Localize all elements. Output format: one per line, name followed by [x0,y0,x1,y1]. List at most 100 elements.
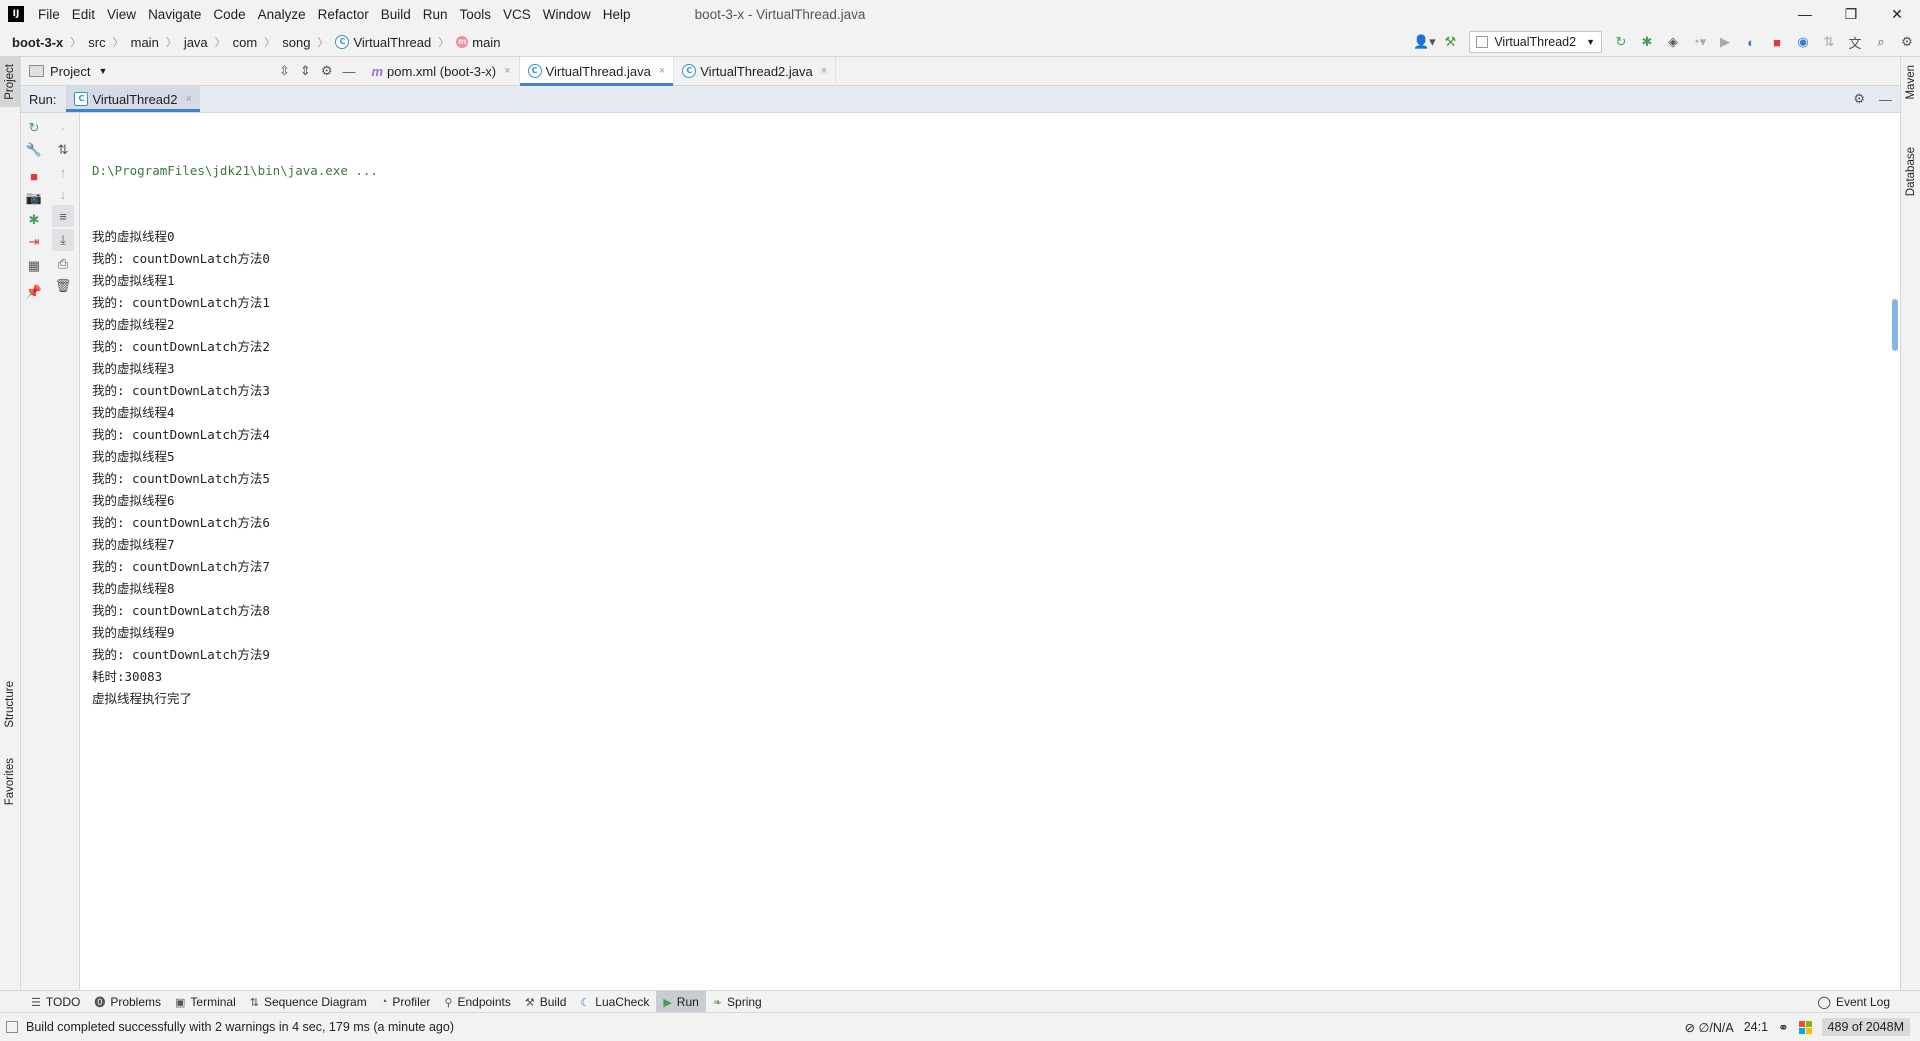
tool-tab-todo[interactable]: ☰ TODO [24,991,87,1013]
breadcrumb-src[interactable]: src [86,35,107,50]
tab-virtualthread2-java[interactable]: C VirtualThread2.java × [674,57,837,85]
menu-file[interactable]: File [32,7,66,22]
run-play-icon[interactable]: ▶ [1712,29,1738,55]
menu-help[interactable]: Help [597,7,637,22]
console-line: 我的: countDownLatch方法6 [92,515,270,530]
print-icon[interactable]: ⎙ [47,253,79,275]
hide-icon[interactable]: — [1879,92,1892,107]
breadcrumb-method[interactable]: m main [454,35,502,50]
run-configuration-select[interactable]: VirtualThread2 ▼ [1469,31,1602,53]
attach-icon[interactable]: ◐ [1738,29,1764,55]
rerun-icon[interactable]: ↻ [1608,29,1634,55]
close-icon[interactable]: × [504,65,510,77]
close-icon[interactable]: × [659,65,665,77]
pin-icon[interactable]: 📌 [21,281,47,303]
close-icon[interactable]: × [186,93,192,105]
menu-run[interactable]: Run [417,7,454,22]
network-icon[interactable]: ⚭ [1778,1020,1788,1035]
restore-button[interactable]: ❐ [1828,0,1874,28]
toggle-tool-windows-icon[interactable] [6,1021,18,1033]
stop-icon[interactable]: ■ [1764,29,1790,55]
vcs-status[interactable]: ⊘ ∅/N/A [1685,1020,1734,1035]
tool-tab-luacheck[interactable]: ☾ LuaCheck [573,991,656,1013]
caret-position[interactable]: 24:1 [1744,1020,1768,1034]
database-tool-tab[interactable]: Database [1901,137,1920,207]
event-log-button[interactable]: ◯ Event Log [1818,991,1890,1013]
tab-pom-xml[interactable]: m pom.xml (boot-3-x) × [363,57,520,85]
stop-icon[interactable]: ■ [21,165,47,187]
memory-indicator[interactable]: 489 of 2048M [1821,1018,1910,1036]
sort-icon[interactable]: ⇅ [47,139,79,161]
update-icon[interactable]: ◉ [1790,29,1816,55]
trash-icon[interactable]: 🗑 [47,275,79,297]
tool-tab-sequence-diagram[interactable]: ⇅ Sequence Diagram [243,991,374,1013]
scroll-to-end-icon[interactable]: ⤓ [52,229,74,251]
wrench-icon[interactable]: 🔧 [21,139,47,161]
chevron-right-icon: 〉 [70,37,82,49]
expand-all-icon[interactable]: ⇳ [279,63,290,79]
menu-tools[interactable]: Tools [454,7,498,22]
breadcrumb-main[interactable]: main [129,35,161,50]
collapse-all-icon[interactable]: ⇕ [300,63,311,79]
tool-tab-problems[interactable]: ⓿ Problems [87,991,168,1013]
coverage-icon[interactable]: ◈ [1660,29,1686,55]
scrollbar-thumb[interactable] [1892,299,1898,351]
tool-tab-run[interactable]: ▶ Run [656,991,706,1013]
arrow-up-icon[interactable]: ↑ [47,161,79,183]
tab-virtualthread-java[interactable]: C VirtualThread.java × [519,57,675,86]
build-hammer-icon[interactable]: ⚒ [1437,29,1463,55]
gear-icon[interactable]: ⚙ [321,63,333,79]
status-message[interactable]: Build completed successfully with 2 warn… [26,1020,454,1034]
menu-view[interactable]: View [101,7,142,22]
maven-tool-tab[interactable]: Maven [1901,57,1920,107]
translate-icon[interactable]: 文 [1842,29,1868,55]
project-view-dropdown[interactable]: Project ▼ [21,64,279,79]
menu-analyze[interactable]: Analyze [252,7,312,22]
gear-icon[interactable]: ⚙ [1853,91,1865,107]
tool-tab-terminal[interactable]: ▣ Terminal [168,991,243,1013]
camera-icon[interactable]: 📷 [21,187,47,209]
breadcrumb-song[interactable]: song [280,35,312,50]
favorites-tool-tab[interactable]: Favorites [0,747,20,817]
menu-code[interactable]: Code [207,7,251,22]
run-tab-virtualthread2[interactable]: C VirtualThread2 × [66,86,201,112]
user-icon[interactable]: 👤▾ [1411,29,1437,55]
console-line: 我的虚拟线程1 [92,273,175,288]
sequence-icon: ⇅ [249,996,259,1009]
minimize-button[interactable]: — [1782,0,1828,28]
console-line: 我的: countDownLatch方法2 [92,339,270,354]
project-tool-tab[interactable]: Project [0,57,20,107]
breadcrumb-com[interactable]: com [231,35,260,50]
tool-tab-build[interactable]: ⚒ Build [518,991,574,1013]
breadcrumb-project[interactable]: boot-3-x [10,35,65,50]
menu-navigate[interactable]: Navigate [142,7,207,22]
console-line: 我的: countDownLatch方法7 [92,559,270,574]
tool-tab-profiler[interactable]: ◔ Profiler [374,991,438,1013]
layout-icon[interactable]: ▦ [21,255,47,277]
search-icon[interactable]: ⌕ [1868,29,1894,55]
exit-icon[interactable]: ⇥ [21,231,47,253]
breadcrumb-class[interactable]: C VirtualThread [333,35,433,50]
menu-edit[interactable]: Edit [66,7,101,22]
debug-icon[interactable]: ✱ [1634,29,1660,55]
vcs-icon[interactable]: ⇅ [1816,29,1842,55]
arrow-down-icon[interactable]: ↓ [47,183,79,205]
breadcrumb-java[interactable]: java [182,35,210,50]
soft-wrap-icon[interactable]: ≡ [52,205,74,227]
hide-icon[interactable]: — [342,64,355,79]
close-icon[interactable]: × [821,65,827,77]
tool-tab-spring[interactable]: ❧ Spring [706,991,769,1013]
close-window-button[interactable]: ✕ [1874,0,1920,28]
menu-window[interactable]: Window [537,7,597,22]
structure-tool-tab[interactable]: Structure [0,669,20,739]
build-icon: ⚒ [524,996,535,1009]
menu-vcs[interactable]: VCS [497,7,537,22]
rerun-icon[interactable]: ↻ [21,117,47,139]
console-output[interactable]: D:\ProgramFiles\jdk21\bin\java.exe ... 我… [80,113,1900,990]
profile-icon[interactable]: ◔▾ [1686,29,1712,55]
tool-tab-endpoints[interactable]: ⚲ Endpoints [437,991,517,1013]
debug-icon[interactable]: ✱ [21,209,47,231]
gear-icon[interactable]: ⚙ [1894,29,1920,55]
menu-build[interactable]: Build [375,7,417,22]
menu-refactor[interactable]: Refactor [312,7,375,22]
